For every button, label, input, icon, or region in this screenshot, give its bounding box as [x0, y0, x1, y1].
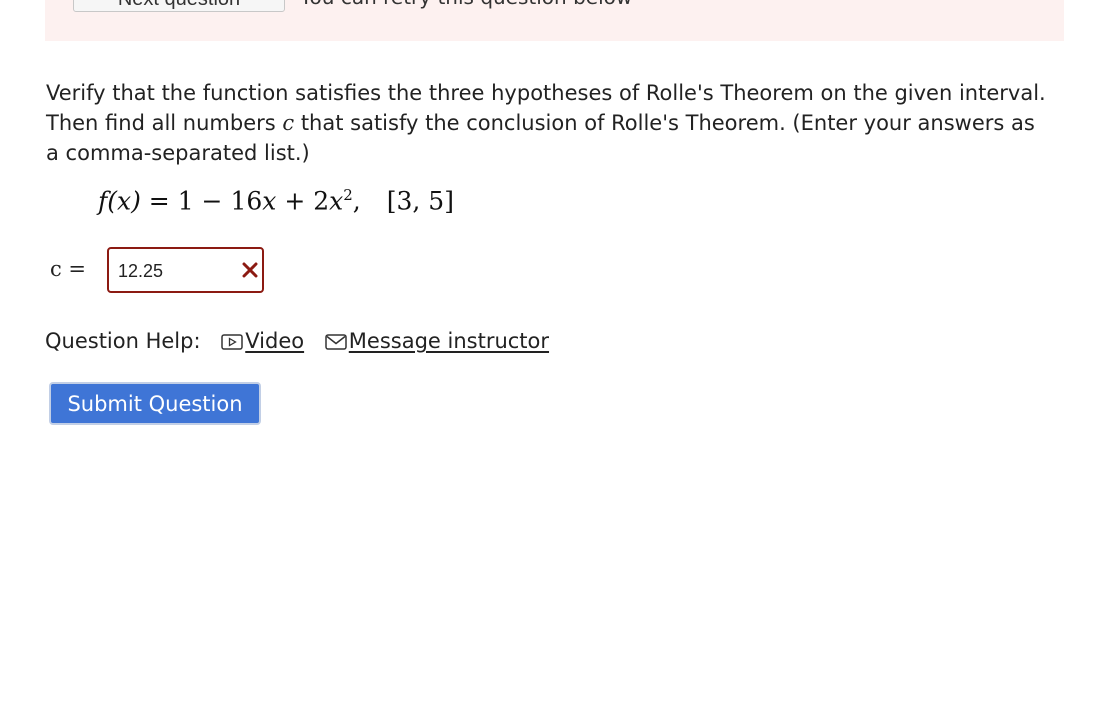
message-instructor-link-text[interactable]: Message instructor [349, 329, 549, 353]
question-prompt: Verify that the function satisfies the t… [46, 78, 1046, 168]
function-formula: f(x) = 1 − 16x + 2x2, [3, 5] [98, 186, 454, 215]
formula-exponent: 2 [343, 186, 353, 204]
message-instructor-link[interactable]: Message instructor [325, 326, 549, 356]
formula-rhs-a: 1 − 16 [177, 186, 263, 216]
video-help-link[interactable]: Video [221, 326, 304, 356]
answer-label: c = [50, 257, 87, 281]
formula-x1: x [262, 186, 277, 216]
formula-lhs: f(x) [98, 186, 141, 216]
next-question-button[interactable]: Next question [73, 0, 285, 12]
question-help-label: Question Help: [45, 329, 201, 353]
formula-equals: = [140, 186, 178, 216]
answer-box [107, 247, 264, 293]
envelope-icon [325, 334, 347, 350]
formula-x2: x [329, 186, 344, 216]
retry-message: You can retry this question below [300, 0, 632, 10]
formula-rhs-b: + 2 [276, 186, 330, 216]
submit-question-button[interactable]: Submit Question [49, 382, 261, 425]
formula-comma: , [352, 186, 361, 216]
video-link-text[interactable]: Video [245, 329, 304, 353]
formula-interval: [3, 5] [386, 186, 454, 216]
prompt-variable: c [282, 111, 295, 135]
incorrect-x-icon [242, 262, 258, 278]
question-help: Question Help: Video Message instructor [45, 326, 549, 356]
answer-input[interactable] [118, 258, 233, 284]
feedback-banner: Next question You can retry this questio… [45, 0, 1064, 41]
video-icon [221, 334, 243, 350]
